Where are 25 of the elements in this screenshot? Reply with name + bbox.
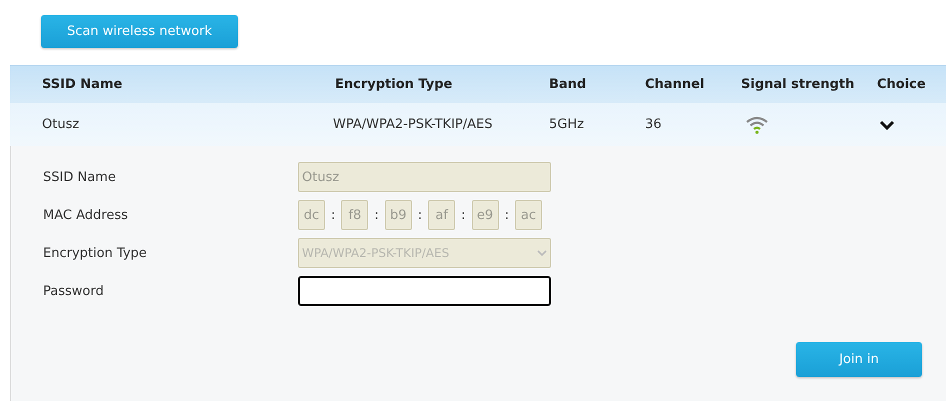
field-label: MAC Address <box>43 208 129 222</box>
encryption-cell-text: WPA/WPA2-PSK-TKIP/AES <box>333 117 494 132</box>
field-label: SSID Name <box>43 170 117 184</box>
password-field[interactable] <box>298 276 551 306</box>
ssid-cell-text: Otusz <box>42 117 80 132</box>
field-label: Password <box>43 284 105 298</box>
wifi-signal-icon <box>746 116 768 134</box>
column-header: Band <box>549 77 588 92</box>
separator: : <box>418 208 422 222</box>
column-header: Signal strength <box>741 77 856 92</box>
chevron-down-icon[interactable] <box>879 118 895 130</box>
column-header: SSID Name <box>42 77 124 92</box>
separator: : <box>374 208 379 222</box>
column-header: Choice <box>877 77 927 92</box>
column-header: Encryption Type <box>335 77 454 92</box>
separator: : <box>461 208 466 222</box>
scan-button[interactable]: Scan wireless network <box>41 15 238 48</box>
separator: : <box>331 208 336 222</box>
separator: : <box>504 208 509 222</box>
band-cell-text: 5GHz <box>549 117 585 132</box>
network-row[interactable]: Otusz WPA/WPA2-PSK-TKIP/AES 5GHz 36 <box>10 103 946 146</box>
channel-cell-text: 36 <box>645 117 663 132</box>
column-header: Channel <box>645 77 706 92</box>
join-button[interactable]: Join in <box>796 342 922 377</box>
field-label: Encryption Type <box>43 246 148 260</box>
